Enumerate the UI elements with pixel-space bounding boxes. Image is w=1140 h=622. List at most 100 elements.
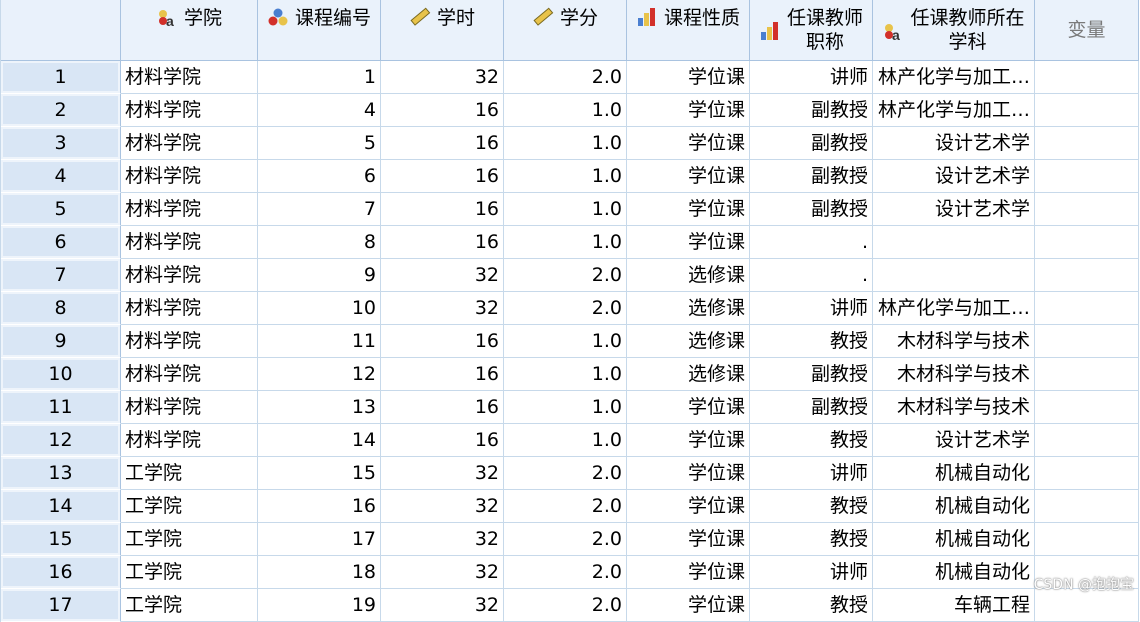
corner-header[interactable] <box>1 0 121 61</box>
cell-teacher-discipline[interactable]: 设计艺术学 <box>873 127 1035 160</box>
cell-teacher-discipline[interactable]: 设计艺术学 <box>873 193 1035 226</box>
cell-hours[interactable]: 32 <box>381 490 504 523</box>
row-header[interactable]: 15 <box>1 523 121 556</box>
cell-college[interactable]: 材料学院 <box>121 292 258 325</box>
cell-teacher-title[interactable]: 副教授 <box>750 358 873 391</box>
cell-credits[interactable]: 1.0 <box>504 226 627 259</box>
cell-credits[interactable]: 1.0 <box>504 94 627 127</box>
row-header[interactable]: 8 <box>1 292 121 325</box>
cell-course-type[interactable]: 选修课 <box>627 358 750 391</box>
cell-empty[interactable] <box>1035 193 1139 226</box>
cell-course-id[interactable]: 18 <box>258 556 381 589</box>
cell-credits[interactable]: 2.0 <box>504 259 627 292</box>
cell-college[interactable]: 材料学院 <box>121 61 258 94</box>
cell-college[interactable]: 材料学院 <box>121 94 258 127</box>
cell-hours[interactable]: 32 <box>381 61 504 94</box>
cell-college[interactable]: 工学院 <box>121 556 258 589</box>
row-header[interactable]: 6 <box>1 226 121 259</box>
cell-teacher-title[interactable]: 讲师 <box>750 556 873 589</box>
cell-empty[interactable] <box>1035 259 1139 292</box>
cell-teacher-discipline[interactable]: 车辆工程 <box>873 589 1035 622</box>
cell-teacher-title[interactable]: . <box>750 226 873 259</box>
row-header[interactable]: 9 <box>1 325 121 358</box>
cell-credits[interactable]: 2.0 <box>504 457 627 490</box>
cell-course-type[interactable]: 选修课 <box>627 325 750 358</box>
cell-teacher-discipline[interactable]: 林产化学与加工… <box>873 61 1035 94</box>
cell-college[interactable]: 材料学院 <box>121 391 258 424</box>
cell-course-id[interactable]: 9 <box>258 259 381 292</box>
cell-college[interactable]: 材料学院 <box>121 259 258 292</box>
cell-teacher-title[interactable]: 副教授 <box>750 193 873 226</box>
cell-credits[interactable]: 2.0 <box>504 523 627 556</box>
cell-course-id[interactable]: 17 <box>258 523 381 556</box>
column-header-teacher-discipline[interactable]: a 任课教师所在 学科 <box>873 0 1035 61</box>
row-header[interactable]: 14 <box>1 490 121 523</box>
column-header-course-id[interactable]: 课程编号 <box>258 0 381 61</box>
cell-course-id[interactable]: 10 <box>258 292 381 325</box>
cell-teacher-discipline[interactable]: 机械自动化 <box>873 490 1035 523</box>
cell-empty[interactable] <box>1035 226 1139 259</box>
cell-course-type[interactable]: 学位课 <box>627 589 750 622</box>
cell-credits[interactable]: 2.0 <box>504 556 627 589</box>
cell-course-id[interactable]: 6 <box>258 160 381 193</box>
cell-hours[interactable]: 32 <box>381 259 504 292</box>
cell-teacher-title[interactable]: 讲师 <box>750 457 873 490</box>
cell-course-type[interactable]: 学位课 <box>627 490 750 523</box>
cell-hours[interactable]: 16 <box>381 325 504 358</box>
cell-course-type[interactable]: 学位课 <box>627 457 750 490</box>
cell-teacher-discipline[interactable]: 木材科学与技术 <box>873 391 1035 424</box>
column-header-course-type[interactable]: 课程性质 <box>627 0 750 61</box>
cell-teacher-title[interactable]: 讲师 <box>750 292 873 325</box>
cell-course-id[interactable]: 15 <box>258 457 381 490</box>
cell-credits[interactable]: 1.0 <box>504 160 627 193</box>
cell-hours[interactable]: 32 <box>381 457 504 490</box>
cell-hours[interactable]: 32 <box>381 589 504 622</box>
cell-hours[interactable]: 16 <box>381 94 504 127</box>
cell-course-type[interactable]: 学位课 <box>627 193 750 226</box>
cell-course-id[interactable]: 8 <box>258 226 381 259</box>
cell-college[interactable]: 工学院 <box>121 457 258 490</box>
row-header[interactable]: 3 <box>1 127 121 160</box>
cell-teacher-title[interactable]: 讲师 <box>750 61 873 94</box>
cell-course-type[interactable]: 学位课 <box>627 424 750 457</box>
cell-teacher-title[interactable]: 副教授 <box>750 160 873 193</box>
row-header[interactable]: 7 <box>1 259 121 292</box>
cell-college[interactable]: 工学院 <box>121 589 258 622</box>
cell-credits[interactable]: 2.0 <box>504 292 627 325</box>
cell-course-type[interactable]: 学位课 <box>627 61 750 94</box>
cell-college[interactable]: 材料学院 <box>121 160 258 193</box>
row-header[interactable]: 4 <box>1 160 121 193</box>
cell-empty[interactable] <box>1035 325 1139 358</box>
cell-hours[interactable]: 16 <box>381 424 504 457</box>
cell-credits[interactable]: 1.0 <box>504 391 627 424</box>
cell-course-type[interactable]: 学位课 <box>627 391 750 424</box>
cell-teacher-title[interactable]: 教授 <box>750 490 873 523</box>
cell-hours[interactable]: 32 <box>381 556 504 589</box>
cell-credits[interactable]: 2.0 <box>504 589 627 622</box>
cell-teacher-discipline[interactable]: 设计艺术学 <box>873 160 1035 193</box>
row-header[interactable]: 11 <box>1 391 121 424</box>
cell-empty[interactable] <box>1035 523 1139 556</box>
cell-credits[interactable]: 1.0 <box>504 193 627 226</box>
cell-credits[interactable]: 1.0 <box>504 424 627 457</box>
cell-teacher-title[interactable]: 副教授 <box>750 94 873 127</box>
cell-course-id[interactable]: 1 <box>258 61 381 94</box>
cell-course-id[interactable]: 4 <box>258 94 381 127</box>
cell-college[interactable]: 材料学院 <box>121 424 258 457</box>
cell-empty[interactable] <box>1035 457 1139 490</box>
cell-teacher-discipline[interactable]: 林产化学与加工… <box>873 292 1035 325</box>
cell-course-id[interactable]: 16 <box>258 490 381 523</box>
cell-course-type[interactable]: 选修课 <box>627 292 750 325</box>
cell-empty[interactable] <box>1035 292 1139 325</box>
row-header[interactable]: 1 <box>1 61 121 94</box>
cell-course-type[interactable]: 学位课 <box>627 127 750 160</box>
cell-college[interactable]: 材料学院 <box>121 226 258 259</box>
column-header-empty-variable[interactable]: 变量 <box>1035 0 1139 61</box>
cell-credits[interactable]: 1.0 <box>504 358 627 391</box>
cell-course-type[interactable]: 学位课 <box>627 556 750 589</box>
cell-teacher-discipline[interactable]: 林产化学与加工… <box>873 94 1035 127</box>
row-header[interactable]: 13 <box>1 457 121 490</box>
cell-course-id[interactable]: 11 <box>258 325 381 358</box>
cell-hours[interactable]: 32 <box>381 292 504 325</box>
cell-teacher-title[interactable]: 副教授 <box>750 127 873 160</box>
